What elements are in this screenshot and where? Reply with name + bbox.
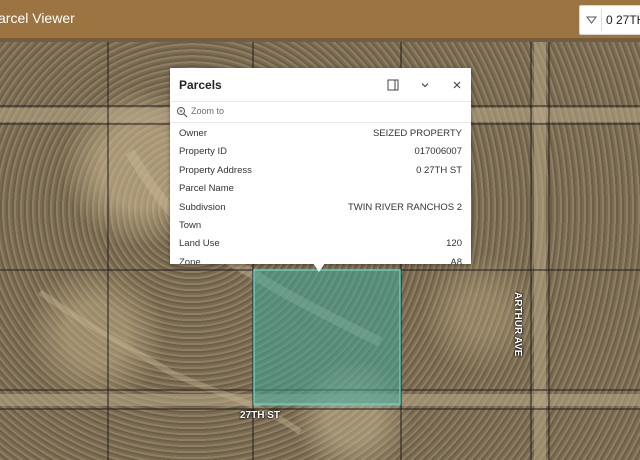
attribute-key: Property Address: [179, 164, 252, 176]
attribute-value: A8: [450, 256, 462, 264]
attribute-key: Owner: [179, 128, 207, 139]
road-label-27th-st: 27TH ST: [240, 410, 281, 421]
attribute-key: Parcel Name: [179, 183, 234, 195]
zoom-to-label: Zoom to: [191, 106, 225, 116]
attribute-key: Land Use: [179, 238, 220, 250]
attribute-value: 017006007: [414, 146, 462, 158]
table-row: Town: [170, 216, 471, 234]
attribute-key: Property ID: [179, 146, 228, 158]
table-row: Property Address 0 27TH ST: [170, 161, 471, 179]
selected-parcel[interactable]: [253, 269, 401, 405]
attribute-key: Town: [179, 219, 202, 231]
app-title: arcel Viewer: [0, 10, 75, 26]
parcel-popup: Parcels Zoom to Owner SEIZED PROPERTY Pr…: [170, 68, 471, 264]
popup-title: Parcels: [179, 78, 222, 92]
attribute-table: Owner SEIZED PROPERTY Property ID 017006…: [170, 124, 471, 264]
search-box[interactable]: 0 27TH S: [579, 5, 640, 35]
road-label-arthur-ave: ARTHUR AVE: [512, 292, 523, 357]
close-icon[interactable]: [449, 77, 465, 93]
attribute-value: TWIN RIVER RANCHOS 2: [347, 201, 462, 213]
attribute-value: SEIZED PROPERTY: [372, 128, 462, 139]
popup-pointer: [313, 263, 325, 272]
zoom-icon: [177, 107, 188, 118]
attribute-key: Subdivsion: [179, 201, 226, 213]
attribute-key: Zone: [179, 256, 201, 264]
table-row: Property ID 017006007: [170, 142, 471, 160]
search-separator: [601, 9, 602, 31]
dropdown-arrow-icon[interactable]: [586, 13, 597, 27]
dock-icon[interactable]: [385, 77, 401, 93]
app-header: arcel Viewer 0 27TH S: [0, 0, 640, 40]
table-row: Land Use 120: [170, 234, 471, 252]
table-row: Parcel Name: [170, 179, 471, 197]
chevron-down-icon[interactable]: [417, 77, 433, 93]
table-row: Owner SEIZED PROPERTY: [170, 124, 471, 142]
search-input[interactable]: 0 27TH S: [606, 13, 640, 27]
table-row: Subdivsion TWIN RIVER RANCHOS 2: [170, 198, 471, 216]
attribute-value: 120: [446, 238, 462, 250]
attribute-value: 0 27TH ST: [416, 164, 462, 176]
zoom-to-action[interactable]: Zoom to: [170, 101, 471, 123]
